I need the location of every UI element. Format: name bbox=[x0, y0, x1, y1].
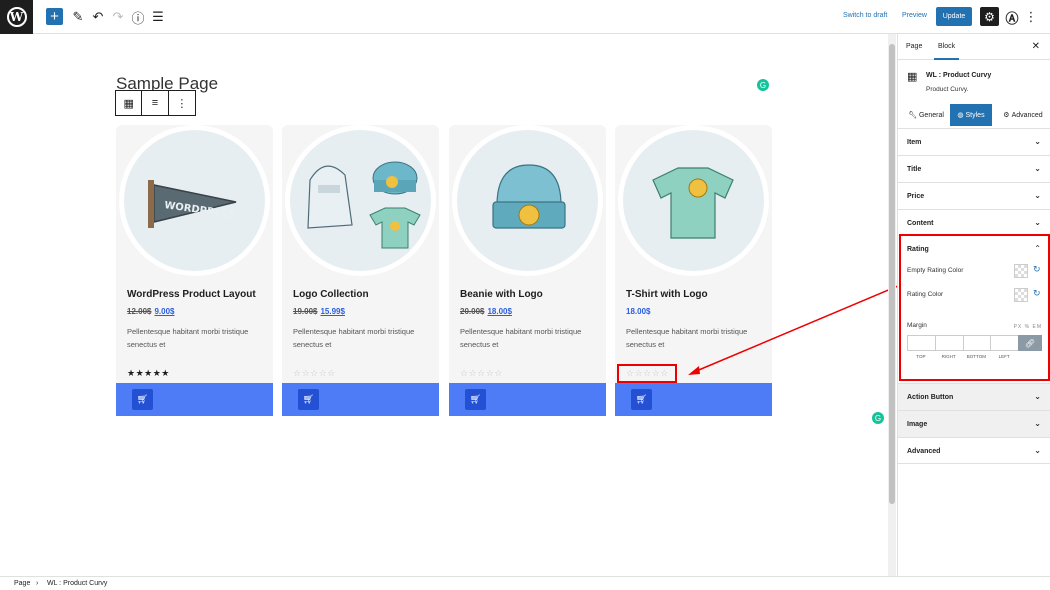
wordpress-logo-icon[interactable]: W bbox=[0, 0, 33, 34]
product-description: Pellentesque habitant morbi tristique se… bbox=[293, 327, 415, 349]
product-card[interactable]: Beanie with Logo 20.00$ 18.00$ Pellentesq… bbox=[449, 125, 606, 416]
product-image[interactable]: WORDPRESS bbox=[119, 125, 270, 276]
rating-highlight-box bbox=[617, 364, 677, 383]
chevron-down-icon: ⌄ bbox=[1034, 392, 1041, 401]
close-icon[interactable]: ✕ bbox=[1032, 41, 1040, 52]
chevron-down-icon: ⌄ bbox=[1034, 419, 1041, 428]
panel-price[interactable]: Price ⌄ bbox=[898, 182, 1050, 209]
more-options-icon[interactable]: ⋮ bbox=[1024, 8, 1038, 26]
subtab-general[interactable]: 🔧︎ General bbox=[904, 104, 948, 126]
add-to-cart-button[interactable]: 🛒︎ bbox=[465, 389, 486, 410]
block-type-icon[interactable]: ▦ bbox=[116, 91, 143, 115]
align-icon[interactable]: ≡ bbox=[142, 91, 169, 115]
pencil-icon[interactable]: ✎ bbox=[70, 8, 86, 26]
editor-canvas: Sample Page ▦ ≡ ⋮ G G WORDPRESS WordPres… bbox=[0, 34, 888, 576]
subtab-advanced[interactable]: ⚙ Advanced bbox=[996, 104, 1050, 126]
cart-icon: 🛒︎ bbox=[469, 394, 482, 404]
info-icon[interactable]: ⓘ bbox=[130, 8, 146, 26]
product-rating: ☆☆☆☆☆ bbox=[293, 368, 336, 378]
product-title[interactable]: WordPress Product Layout bbox=[127, 289, 256, 300]
tab-page[interactable]: Page bbox=[906, 43, 922, 50]
chevron-down-icon: ⌄ bbox=[1034, 446, 1041, 455]
rating-panel-highlight-box bbox=[899, 234, 1050, 381]
product-card[interactable]: Logo Collection 19.00$ 15.99$ Pellentesqu… bbox=[282, 125, 439, 416]
wrench-icon: 🔧︎ bbox=[908, 112, 917, 119]
cart-icon: 🛒︎ bbox=[635, 394, 648, 404]
editor-toolbar: W + ✎ ↶ ↷ ⓘ ☰ Switch to draft Preview Up… bbox=[0, 0, 1050, 34]
add-to-cart-button[interactable]: 🛒︎ bbox=[631, 389, 652, 410]
preview-button[interactable]: Preview bbox=[902, 12, 927, 19]
add-block-button[interactable]: + bbox=[46, 8, 63, 25]
sidebar-tabs: Page Block ✕ bbox=[898, 34, 1050, 60]
style-subtabs: 🔧︎ General ◍ Styles ⚙ Advanced bbox=[898, 104, 1050, 126]
panel-action-button[interactable]: Action Button ⌄ bbox=[898, 383, 1050, 410]
add-to-cart-button[interactable]: 🛒︎ bbox=[298, 389, 319, 410]
editor-app: W + ✎ ↶ ↷ ⓘ ☰ Switch to draft Preview Up… bbox=[0, 0, 1050, 590]
plugin-a-icon[interactable]: Ⓐ bbox=[1004, 8, 1020, 26]
action-bar: 🛒︎ bbox=[116, 383, 273, 416]
grammarly-icon[interactable]: G bbox=[757, 79, 769, 91]
product-price: 12.00$ 9.00$ bbox=[127, 307, 175, 316]
undo-icon[interactable]: ↶ bbox=[90, 8, 106, 26]
panel-item[interactable]: Item ⌄ bbox=[898, 128, 1050, 155]
product-price: 20.00$ 18.00$ bbox=[460, 307, 512, 316]
canvas-scrollbar[interactable] bbox=[888, 34, 896, 576]
block-name: WL : Product Curvy bbox=[926, 72, 992, 79]
action-bar: 🛒︎ bbox=[282, 383, 439, 416]
breadcrumb-separator: › bbox=[36, 580, 39, 587]
breadcrumb: Page › WL : Product Curvy bbox=[0, 576, 1050, 590]
panel-title[interactable]: Title ⌄ bbox=[898, 155, 1050, 182]
chevron-down-icon: ⌄ bbox=[1034, 137, 1041, 146]
panel-content[interactable]: Content ⌄ bbox=[898, 209, 1050, 236]
chevron-down-icon: ⌄ bbox=[1034, 164, 1041, 173]
breadcrumb-current[interactable]: WL : Product Curvy bbox=[47, 580, 107, 587]
redo-icon[interactable]: ↷ bbox=[110, 8, 126, 26]
product-price: 18.00$ bbox=[626, 307, 651, 316]
panel-image[interactable]: Image ⌄ bbox=[898, 410, 1050, 437]
cart-icon: 🛒︎ bbox=[302, 394, 315, 404]
scrollbar-thumb[interactable] bbox=[889, 44, 895, 504]
panel-advanced[interactable]: Advanced ⌄ bbox=[898, 437, 1050, 464]
chevron-down-icon: ⌄ bbox=[1034, 191, 1041, 200]
gear-icon: ⚙ bbox=[1003, 112, 1010, 119]
product-title[interactable]: T-Shirt with Logo bbox=[626, 289, 708, 300]
tab-block[interactable]: Block bbox=[933, 43, 960, 60]
product-card[interactable]: WORDPRESS WordPress Product Layout 12.00… bbox=[116, 125, 273, 416]
block-type-icon: ▦ bbox=[907, 71, 918, 83]
product-rating: ☆☆☆☆☆ bbox=[460, 368, 503, 378]
palette-icon: ◍ bbox=[957, 112, 964, 119]
block-toolbar: ▦ ≡ ⋮ bbox=[115, 90, 196, 116]
add-to-cart-button[interactable]: 🛒︎ bbox=[132, 389, 153, 410]
product-description: Pellentesque habitant morbi tristique se… bbox=[626, 327, 748, 349]
block-options-icon[interactable]: ⋮ bbox=[169, 91, 195, 115]
action-bar: 🛒︎ bbox=[615, 383, 772, 416]
chevron-down-icon: ⌄ bbox=[1034, 218, 1041, 227]
product-image[interactable] bbox=[285, 125, 436, 276]
product-description: Pellentesque habitant morbi tristique se… bbox=[460, 327, 582, 349]
cart-icon: 🛒︎ bbox=[136, 394, 149, 404]
switch-to-draft-button[interactable]: Switch to draft bbox=[843, 12, 887, 19]
grammarly-icon[interactable]: G bbox=[872, 412, 884, 424]
action-bar: 🛒︎ bbox=[449, 383, 606, 416]
block-description: Product Curvy. bbox=[926, 86, 969, 93]
product-description: Pellentesque habitant morbi tristique se… bbox=[127, 327, 249, 349]
product-image[interactable] bbox=[618, 125, 769, 276]
product-title[interactable]: Beanie with Logo bbox=[460, 289, 543, 300]
update-button[interactable]: Update bbox=[936, 7, 972, 26]
product-image[interactable] bbox=[452, 125, 603, 276]
settings-sidebar: Page Block ✕ ▦ WL : Product Curvy Produc… bbox=[897, 34, 1050, 576]
product-rating: ★★★★★ bbox=[127, 368, 170, 378]
settings-gear-icon[interactable]: ⚙ bbox=[980, 7, 999, 26]
product-price: 19.00$ 15.99$ bbox=[293, 307, 345, 316]
product-title[interactable]: Logo Collection bbox=[293, 289, 369, 300]
list-view-icon[interactable]: ☰ bbox=[150, 8, 166, 26]
subtab-styles[interactable]: ◍ Styles bbox=[950, 104, 992, 126]
breadcrumb-root[interactable]: Page bbox=[14, 580, 30, 587]
